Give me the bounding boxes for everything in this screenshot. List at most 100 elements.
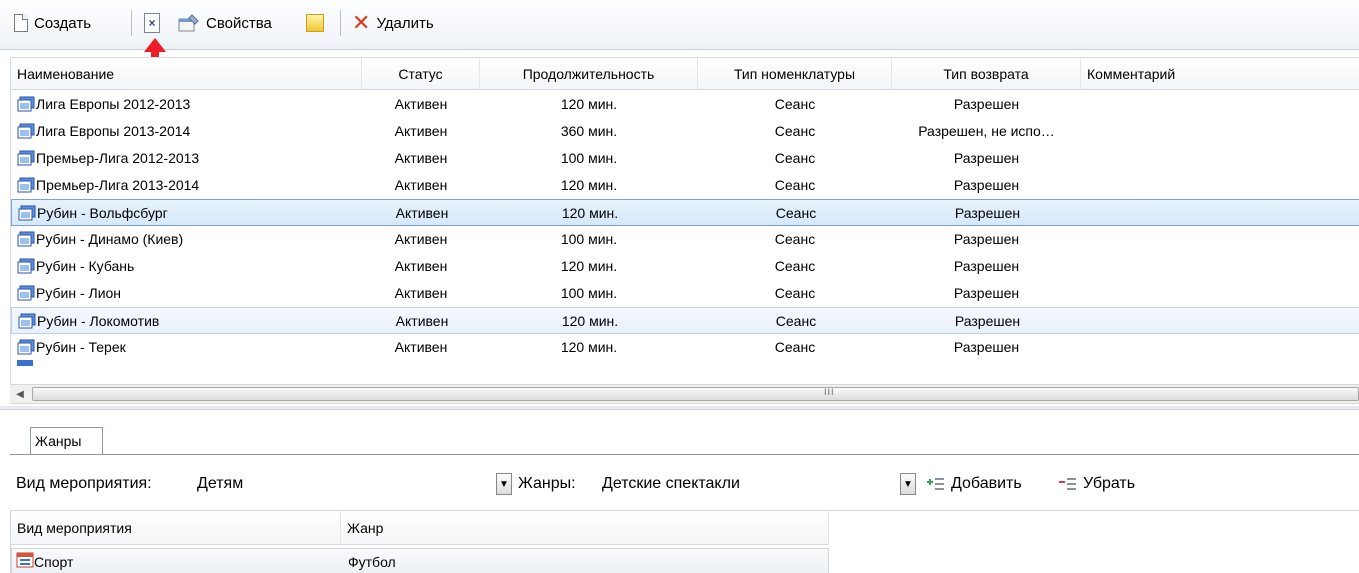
cell-comment bbox=[1088, 308, 1358, 335]
note-icon bbox=[306, 14, 324, 32]
cell-status: Активен bbox=[395, 205, 449, 221]
cell-comment bbox=[1087, 280, 1357, 307]
cell-nomenclature: Сеанс bbox=[774, 285, 816, 301]
table-row[interactable]: Лига Европы 2013-2014 Активен 360 мин. Сеан… bbox=[11, 118, 1359, 145]
cell-status: Активен bbox=[394, 96, 448, 112]
column-header-genre[interactable]: Жанр bbox=[341, 511, 829, 545]
remove-genre-button[interactable]: Убрать bbox=[1058, 472, 1135, 496]
event-icon bbox=[17, 360, 33, 366]
cell-duration: 120 мин. bbox=[560, 177, 618, 193]
properties-button[interactable]: Свойства bbox=[178, 10, 272, 36]
event-icon bbox=[17, 150, 35, 166]
event-icon bbox=[17, 258, 35, 274]
table-row[interactable]: Спорт Футбол bbox=[11, 548, 829, 573]
table-row[interactable]: Премьер-Лига 2013-2014 Активен 120 мин. Сеа… bbox=[11, 172, 1359, 199]
event-type-label: Вид мероприятия: bbox=[16, 475, 152, 492]
cell-name: Рубин - Локомотив bbox=[37, 313, 160, 329]
cell-name: Рубин - Лион bbox=[36, 285, 122, 301]
cell-nomenclature: Сеанс bbox=[774, 339, 816, 355]
events-grid: Наименование Статус Продолжительность Ти… bbox=[10, 57, 1359, 384]
genres-grid-header: Вид мероприятия Жанр bbox=[11, 511, 829, 545]
remove-genre-label: Убрать bbox=[1083, 475, 1136, 492]
cell-name: Рубин - Вольфсбург bbox=[37, 205, 168, 221]
cell-duration: 120 мин. bbox=[560, 339, 618, 355]
clear-button[interactable]: × bbox=[144, 10, 160, 36]
genres-dropdown-button[interactable]: ▼ bbox=[900, 473, 916, 495]
cell-comment bbox=[1088, 200, 1358, 227]
scroll-thumb[interactable] bbox=[32, 387, 1359, 401]
event-type-combo[interactable]: Детям bbox=[193, 469, 493, 499]
event-icon bbox=[17, 285, 35, 301]
cell-comment bbox=[1087, 91, 1357, 118]
cell-return-type: Разрешен bbox=[953, 96, 1020, 112]
note-button[interactable] bbox=[306, 10, 324, 36]
horizontal-scrollbar[interactable]: ◀ III bbox=[10, 384, 1359, 404]
cell-return-type: Разрешен bbox=[953, 258, 1020, 274]
delete-button[interactable]: ✕ Удалить bbox=[352, 10, 434, 36]
add-genre-label: Добавить bbox=[951, 475, 1022, 492]
genres-label: Жанры: bbox=[518, 475, 576, 492]
cell-comment bbox=[1087, 334, 1357, 361]
table-row[interactable]: Рубин - Лион Активен 100 мин. Сеанс Разрешен bbox=[11, 280, 1359, 307]
cell-comment bbox=[1087, 226, 1357, 253]
cell-status: Активен bbox=[394, 231, 448, 247]
genres-combo[interactable]: Детские спектакли bbox=[598, 469, 898, 499]
cell-status: Активен bbox=[394, 339, 448, 355]
cell-duration: 360 мин. bbox=[560, 123, 618, 139]
cell-status: Активен bbox=[394, 150, 448, 166]
scroll-grip-icon: III bbox=[824, 387, 835, 397]
cell-duration: 100 мин. bbox=[560, 285, 618, 301]
cell-status: Активен bbox=[394, 285, 448, 301]
event-icon bbox=[17, 231, 35, 247]
tab-baseline bbox=[10, 454, 1359, 455]
tab-genres[interactable]: Жанры bbox=[30, 427, 103, 455]
table-row[interactable]: Рубин - Локомотив Активен 120 мин. Сеанс Раз… bbox=[11, 307, 1359, 334]
column-header-nomenclature[interactable]: Тип номенклатуры bbox=[698, 58, 892, 90]
cell-return-type: Разрешен bbox=[954, 205, 1021, 221]
cell-status: Активен bbox=[394, 123, 448, 139]
cell-name: Рубин - Динамо (Киев) bbox=[36, 231, 184, 247]
column-header-name[interactable]: Наименование bbox=[11, 58, 362, 90]
delete-icon: ✕ bbox=[352, 10, 371, 35]
cell-return-type: Разрешен, не испо… bbox=[918, 123, 1055, 139]
event-type-icon bbox=[16, 552, 34, 568]
column-header-comment[interactable]: Комментарий bbox=[1081, 58, 1359, 90]
column-header-event-type[interactable]: Вид мероприятия bbox=[11, 511, 341, 545]
event-type-dropdown-button[interactable]: ▼ bbox=[496, 473, 512, 495]
cell-comment bbox=[1087, 253, 1357, 280]
panel-splitter[interactable] bbox=[0, 406, 1359, 410]
delete-button-label: Удалить bbox=[376, 14, 434, 32]
cell-nomenclature: Сеанс bbox=[775, 313, 817, 329]
scroll-left-arrow[interactable]: ◀ bbox=[10, 385, 30, 403]
list-add-icon bbox=[926, 476, 946, 492]
event-icon bbox=[17, 96, 35, 112]
cell-name: Рубин - Терек bbox=[36, 339, 126, 355]
table-row[interactable]: Рубин - Кубань Активен 120 мин. Сеанс Разреш… bbox=[11, 253, 1359, 280]
table-row[interactable]: Рубин - Динамо (Киев) Активен 100 мин. Сеан… bbox=[11, 226, 1359, 253]
event-icon bbox=[17, 123, 35, 139]
chevron-down-icon: ▼ bbox=[903, 478, 913, 490]
create-button[interactable]: Создать bbox=[14, 10, 91, 36]
event-icon bbox=[17, 339, 35, 355]
table-row[interactable]: Лига Европы 2012-2013 Активен 120 мин. Сеан… bbox=[11, 91, 1359, 118]
cell-nomenclature: Сеанс bbox=[775, 205, 817, 221]
cell-duration: 120 мин. bbox=[560, 96, 618, 112]
partially-hidden-row bbox=[11, 358, 1359, 366]
genres-grid: Вид мероприятия Жанр Спорт Футбол bbox=[10, 510, 1359, 573]
add-genre-button[interactable]: Добавить bbox=[926, 472, 1022, 496]
column-header-status[interactable]: Статус bbox=[362, 58, 480, 90]
table-row[interactable]: Рубин - Терек Активен 120 мин. Сеанс Разреше… bbox=[11, 334, 1359, 361]
cell-return-type: Разрешен bbox=[953, 339, 1020, 355]
column-header-return-type[interactable]: Тип возврата bbox=[892, 58, 1081, 90]
cell-duration: 120 мин. bbox=[561, 205, 619, 221]
cell-nomenclature: Сеанс bbox=[774, 150, 816, 166]
genre-row-event-type: Спорт bbox=[34, 554, 74, 570]
cell-duration: 100 мин. bbox=[560, 231, 618, 247]
column-header-duration[interactable]: Продолжительность bbox=[480, 58, 698, 90]
toolbar: Создать × Свойства ✕ Удалить bbox=[0, 0, 1359, 50]
clear-document-icon: × bbox=[144, 13, 160, 33]
cell-name: Лига Европы 2012-2013 bbox=[36, 96, 191, 112]
table-row[interactable]: Рубин - Вольфсбург Активен 120 мин. Сеанс Ра… bbox=[11, 199, 1359, 226]
cell-comment bbox=[1087, 118, 1357, 145]
table-row[interactable]: Премьер-Лига 2012-2013 Активен 100 мин. Сеа… bbox=[11, 145, 1359, 172]
